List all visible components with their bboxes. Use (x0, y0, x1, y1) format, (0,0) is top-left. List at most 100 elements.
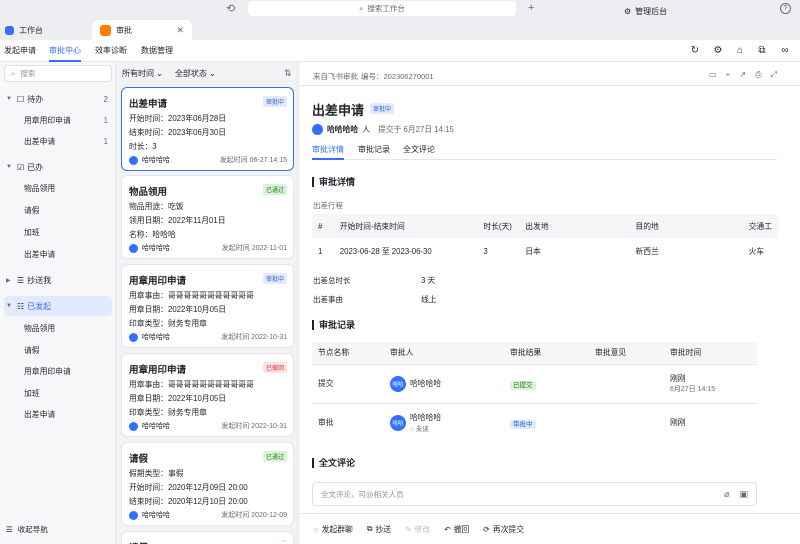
new-tab-icon[interactable]: + (528, 2, 534, 14)
record-table: 节点名称 审批人 审批结果 审批意见 审批时间 提交 哈哈 哈哈哈哈 已提交 刚… (312, 342, 757, 442)
cc-icon: ☰ (17, 275, 25, 285)
request-card[interactable]: 用章用印申请 已撤回 用章事由：哥哥哥哥哥哥哥哥哥哥哥 用章日期：2022年10… (121, 353, 294, 437)
avatar (129, 332, 138, 342)
sidebar-item[interactable]: 物品领用 (0, 178, 116, 198)
request-card[interactable]: 请假 已通过 假期类型：事假 开始时间：2020年12月09日 20:00 结束… (121, 442, 294, 526)
history-icon[interactable]: ⟲ (226, 2, 235, 15)
cc-button[interactable]: ⧉ 抄送 (367, 524, 391, 535)
tab-comments[interactable]: 全文评论 (403, 144, 435, 155)
share-icon[interactable]: ↗ (739, 70, 746, 80)
section-title: 审批详情 (312, 177, 355, 187)
table-row: 审批 哈哈 哈哈哈哈 ○ 未读 审批中 刚刚 (312, 403, 757, 442)
sidebar-item[interactable]: 出差申请 1 (0, 131, 116, 151)
status-badge: 已通过 (262, 451, 287, 462)
link-icon[interactable]: ∞ (778, 44, 792, 58)
bot-icon[interactable]: ⌂ (733, 44, 747, 58)
status-badge: 审批中 (510, 419, 536, 429)
status-badge: 已通过 (262, 184, 287, 195)
sidebar-item[interactable]: 请假 (0, 200, 116, 220)
resubmit-icon: ⟳ (483, 524, 490, 534)
request-card[interactable]: 请假 (121, 531, 294, 544)
withdraw-button[interactable]: ↶ 撤回 (444, 524, 469, 535)
menu-collapse-icon: ☰ (6, 525, 13, 534)
avatar (129, 421, 138, 431)
caret-down-icon: ▼ (6, 96, 12, 102)
sidebar-item[interactable]: 加班 (0, 222, 116, 242)
comment-icon[interactable]: ▭ (709, 70, 717, 80)
action-bar: ◌ 发起群聊 ⧉ 抄送 ✎ 修改 ↶ 撤回 ⟳ 再次提交 (300, 513, 800, 544)
gear-icon[interactable]: ⚙ (711, 44, 725, 58)
caret-down-icon: ▼ (6, 303, 12, 309)
sidebar-item[interactable]: 出差申请 (0, 244, 116, 264)
caret-right-icon: ▶ (6, 277, 11, 284)
status-badge: 已提交 (510, 380, 536, 390)
resubmit-button[interactable]: ⟳ 再次提交 (483, 524, 524, 535)
link-icon[interactable]: ⌁ (726, 70, 731, 80)
sidebar-item[interactable]: 请假 (0, 340, 116, 360)
send-icon: ☷ (17, 301, 25, 311)
page-title: 出差申请 (312, 103, 365, 118)
sidebar-item[interactable]: 用章用印申请 (0, 361, 116, 381)
approval-app-icon (100, 24, 111, 36)
sidebar-group-todo[interactable]: ▼ ☐ 待办 2 (0, 89, 116, 109)
status-filter[interactable]: 全部状态 ⌄ (175, 68, 216, 79)
search-icon: ⌕ (359, 3, 364, 13)
tab-data-management[interactable]: 数据管理 (141, 40, 173, 62)
tab-approval-detail[interactable]: 审批详情 (312, 144, 344, 160)
section-title: 审批记录 (312, 320, 355, 330)
search-icon: ⌕ (11, 68, 16, 78)
group-chat-button[interactable]: ◌ 发起群聊 (314, 524, 353, 535)
tab-approval[interactable]: 审批 ✕ (92, 20, 192, 40)
image-icon[interactable]: ▣ (739, 489, 748, 500)
section-title: 全文评论 (312, 458, 355, 468)
tab-new-request[interactable]: 发起申请 (4, 40, 36, 62)
print-icon[interactable]: ⎙ (755, 70, 761, 80)
collapse-nav-button[interactable]: ☰ 收起导航 (6, 524, 48, 535)
caret-down-icon: ▼ (6, 164, 12, 170)
sidebar-search-input[interactable]: ⌕ 搜索 (4, 65, 112, 82)
avatar: 哈哈 (390, 375, 406, 392)
admin-console-button[interactable]: ⚙ 管理后台 (624, 4, 667, 18)
status-badge (281, 540, 287, 542)
tab-approval-center[interactable]: 审批中心 (49, 40, 81, 62)
sidebar-item[interactable]: 用章用印申请 1 (0, 110, 116, 130)
trip-table: # 开始时间-结束时间 时长(天) 出发地 目的地 交通工 1 2023-06-… (312, 214, 778, 264)
close-icon[interactable]: ✕ (176, 25, 184, 36)
avatar (129, 155, 138, 165)
workspace-icon (5, 25, 14, 35)
avatar (129, 510, 138, 520)
sliders-icon: ⚙ (624, 6, 632, 16)
sidebar-item[interactable]: 出差申请 (0, 404, 116, 424)
sidebar-item[interactable]: 加班 (0, 383, 116, 403)
tab-efficiency[interactable]: 效率诊断 (95, 40, 127, 62)
list-filters: 所有时间 ⌄ 全部状态 ⌄ (122, 68, 216, 79)
table-row: 1 2023-06-28 至 2023-06-30 3 日本 新西兰 火车 (318, 246, 765, 256)
edit-button[interactable]: ✎ 修改 (405, 524, 430, 535)
sidebar-group-done[interactable]: ▼ ☑ 已办 (0, 157, 116, 177)
status-badge: 审批中 (370, 103, 395, 114)
attachment-icon[interactable]: ⌀ (724, 489, 729, 500)
copy-icon: ⧉ (366, 524, 373, 533)
chat-icon: ◌ (314, 524, 319, 534)
inbox-done-icon: ☑ (17, 162, 25, 172)
time-filter[interactable]: 所有时间 ⌄ (122, 68, 163, 79)
sidebar-group-initiated[interactable]: ▼ ☷ 已发起 (4, 296, 112, 316)
sidebar-group-cc[interactable]: ▶ ☰ 抄送我 (0, 270, 116, 290)
tab-approval-record[interactable]: 审批记录 (358, 144, 390, 155)
request-card[interactable]: 用章用印申请 审批中 用章事由：哥哥哥哥哥哥哥哥哥哥哥 用章日期：2022年10… (121, 264, 294, 348)
help-icon[interactable]: ? (780, 3, 791, 14)
request-card[interactable]: 物品领用 已通过 物品用途：吃饭 领用日期：2022年11月01日 名称：哈哈哈… (121, 175, 294, 259)
refresh-icon[interactable]: ↻ (688, 44, 702, 58)
open-window-icon[interactable]: ⧉ (755, 44, 769, 58)
fullscreen-icon[interactable]: ⤢ (771, 70, 777, 80)
tab-workspace[interactable]: 工作台 (0, 20, 92, 40)
sidebar-item[interactable]: 物品领用 (0, 318, 116, 338)
workspace-search[interactable]: ⌕ 搜索工作台 (248, 1, 516, 16)
inbox-icon: ☐ (17, 94, 25, 104)
comment-input[interactable]: 全文评论，可@相关人员 ⌀ ▣ (312, 482, 757, 506)
request-card[interactable]: 出差申请 审批中 开始时间：2023年06月28日 结束时间：2023年06月3… (121, 87, 294, 171)
status-badge: 审批中 (262, 273, 287, 284)
avatar: 哈哈 (390, 414, 406, 431)
undo-icon: ↶ (444, 524, 451, 534)
sort-icon[interactable]: ⇅ (284, 68, 292, 79)
